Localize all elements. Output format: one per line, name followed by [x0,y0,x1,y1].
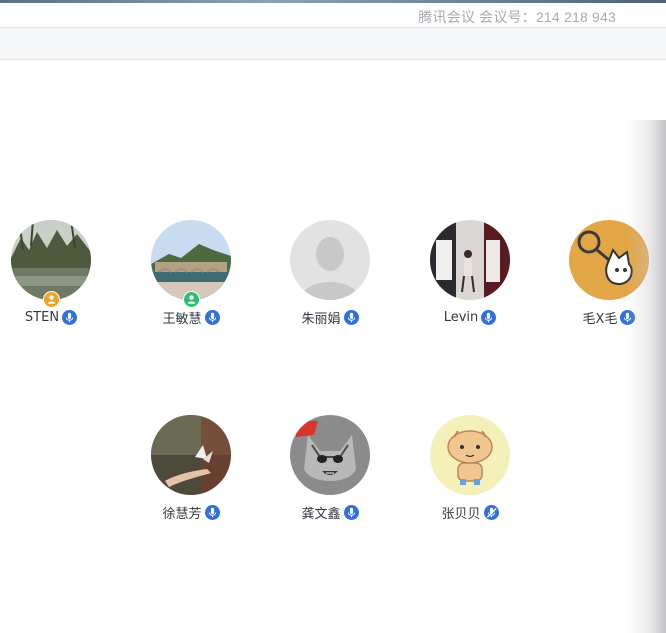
host-badge [43,291,60,308]
participant-tile[interactable]: 王敏慧 [136,220,246,330]
title-bar: 腾讯会议 会议号：214 218 943 [0,3,666,28]
participant-tile[interactable]: STEN [0,220,106,330]
participant-name-row: 龚文鑫 [275,503,385,522]
participant-name: 王敏慧 [162,311,202,327]
participant-name-row: 张贝贝 [415,503,525,522]
participant-avatar [430,415,510,495]
participant-avatar [569,220,649,300]
participant-tile[interactable]: 龚文鑫 [275,415,385,525]
microphone-muted-icon[interactable] [483,504,499,520]
participant-avatar [151,415,231,495]
participant-tile[interactable]: 朱丽娟 [275,220,385,330]
person-icon [187,295,196,304]
participant-avatar [151,220,231,300]
participant-tile[interactable]: 毛X毛 [554,220,664,330]
participant-name: 张贝贝 [441,506,481,522]
microphone-on-icon[interactable] [620,309,636,325]
participant-name-row: 徐慧芳 [136,503,246,522]
participant-avatar [430,220,510,300]
microphone-on-icon[interactable] [204,504,220,520]
participant-tile[interactable]: 徐慧芳 [136,415,246,525]
participant-name-row: 王敏慧 [136,308,246,327]
microphone-on-icon[interactable] [204,309,220,325]
participant-name-row: Levin [415,308,525,326]
microphone-on-icon[interactable] [62,309,78,325]
participant-name: 朱丽娟 [301,311,341,327]
toolbar-area [0,28,666,60]
participant-avatar [290,415,370,495]
participant-name-row: 毛X毛 [554,308,664,327]
participant-avatar [11,220,91,300]
participant-name: Levin [443,309,479,325]
microphone-on-icon[interactable] [481,309,497,325]
participant-name-row: 朱丽娟 [275,308,385,327]
default-avatar-icon [290,220,370,300]
microphone-on-icon[interactable] [343,504,359,520]
cohost-badge [183,291,200,308]
participant-tile[interactable]: 张贝贝 [415,415,525,525]
meeting-title: 腾讯会议 会议号：214 218 943 [418,9,616,25]
participant-avatar [290,220,370,300]
participant-name: 徐慧芳 [162,506,202,522]
microphone-on-icon[interactable] [343,309,359,325]
participant-name: STEN [24,309,60,325]
participant-name-row: STEN [0,308,106,326]
participant-grid: STEN 王敏慧 朱丽娟 Levin 毛X毛 徐慧芳 龚文鑫 张贝贝 [0,60,666,633]
participant-tile[interactable]: Levin [415,220,525,330]
participant-name: 龚文鑫 [301,506,341,522]
participant-name: 毛X毛 [582,311,618,327]
person-icon [47,295,56,304]
